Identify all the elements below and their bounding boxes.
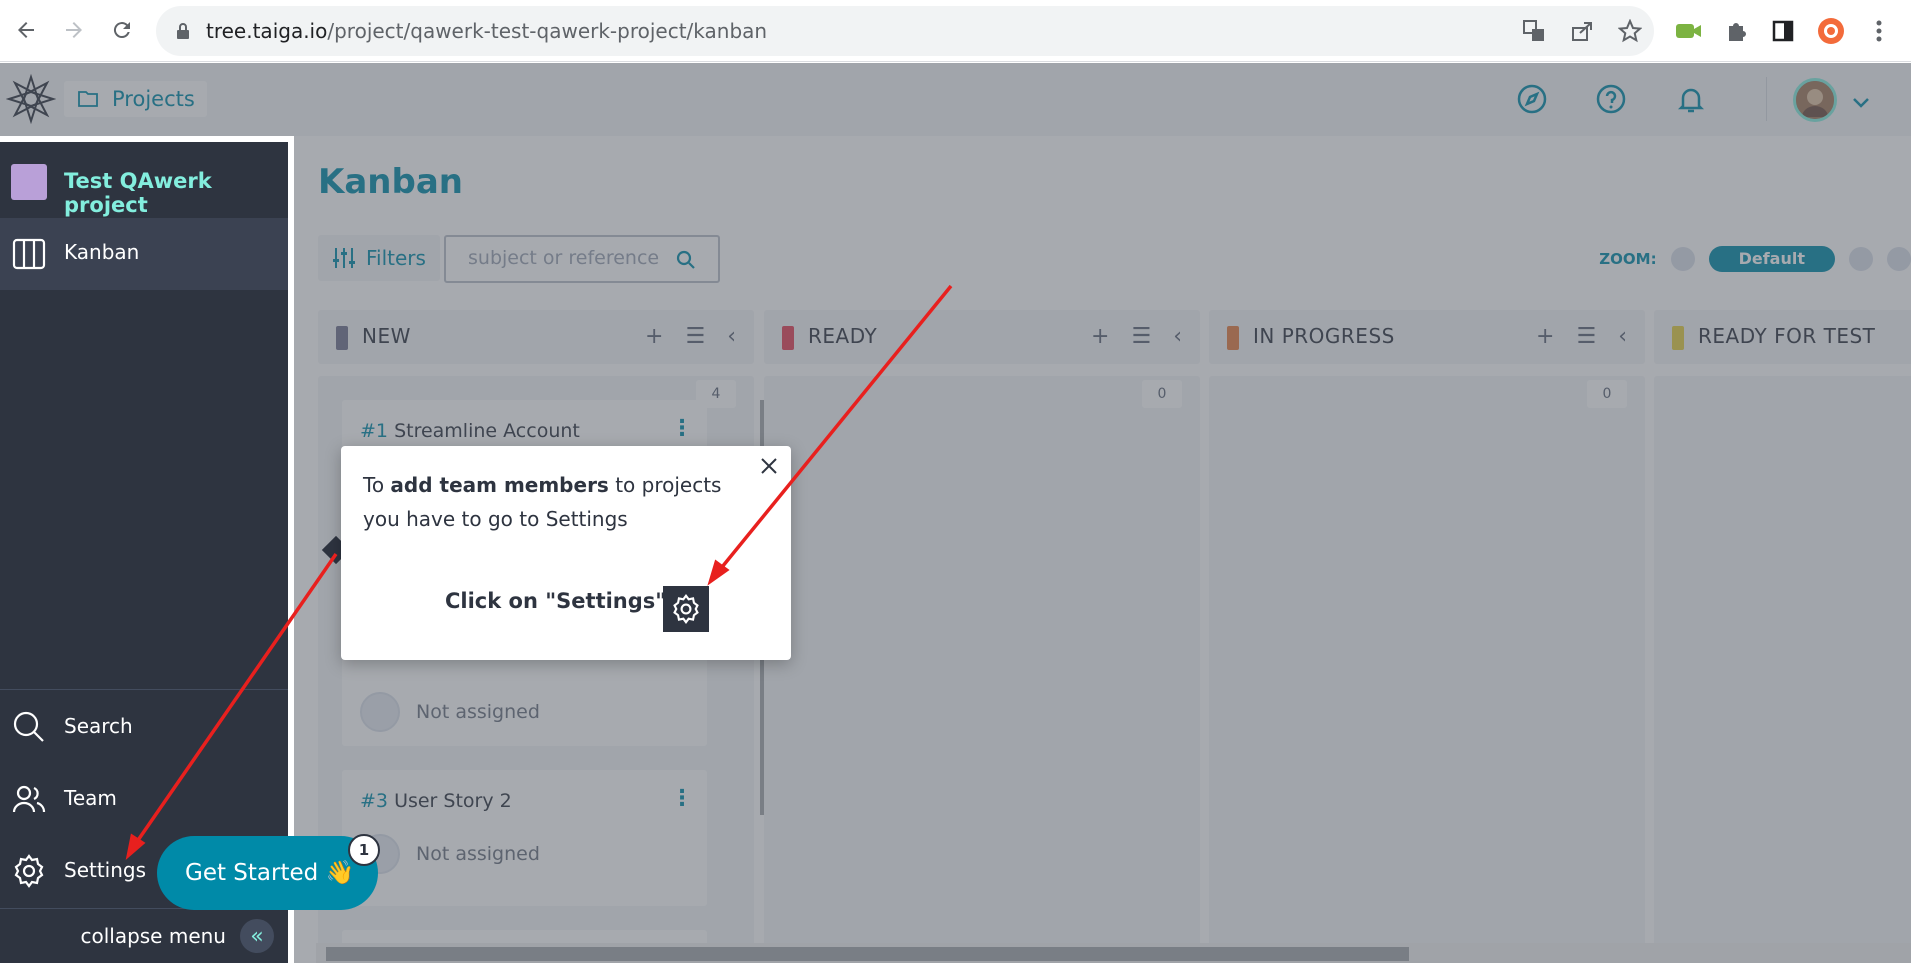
sidebar-project[interactable]: Test QAwerk project [0, 156, 288, 217]
camera-extension-icon[interactable] [1674, 16, 1704, 46]
forward-icon[interactable] [54, 10, 94, 50]
sidebar-item-label: Search [64, 714, 133, 738]
gear-icon [663, 586, 709, 632]
sidebar-item-label: Kanban [64, 240, 140, 264]
double-chevron-left-icon: « [240, 919, 274, 953]
lock-icon [177, 23, 189, 39]
get-started-button[interactable]: Get Started 👋 [157, 836, 378, 910]
gear-icon [14, 854, 44, 888]
get-started-label: Get Started [185, 860, 319, 886]
address-bar[interactable]: tree.taiga.io/project/qawerk-test-qawerk… [156, 6, 1654, 56]
project-logo-icon [11, 164, 47, 200]
profile-icon[interactable] [1816, 16, 1846, 46]
translate-icon[interactable] [1520, 17, 1548, 45]
bookmark-star-icon[interactable] [1616, 17, 1644, 45]
extensions-puzzle-icon[interactable] [1722, 16, 1752, 46]
back-icon[interactable] [6, 10, 46, 50]
browser-toolbar: tree.taiga.io/project/qawerk-test-qawerk… [0, 0, 1911, 62]
sidebar-item-label: Team [64, 786, 117, 810]
get-started-badge: 1 [348, 834, 380, 866]
browser-menu-icon[interactable] [1864, 16, 1894, 46]
url-text: tree.taiga.io/project/qawerk-test-qawerk… [206, 19, 768, 43]
sidebar-item-team[interactable]: Team [0, 770, 288, 830]
sidebar-item-kanban[interactable]: Kanban [0, 218, 288, 290]
project-name: Test QAwerk project [64, 169, 212, 217]
collapse-menu-button[interactable]: collapse menu « [80, 919, 274, 953]
collapse-menu-label: collapse menu [80, 924, 226, 948]
waving-hand-icon: 👋 [325, 860, 355, 886]
popover-call-to-action: Click on "Settings" [445, 589, 667, 613]
sidebar-item-search[interactable]: Search [0, 698, 288, 758]
share-icon[interactable] [1568, 17, 1596, 45]
kanban-columns-icon [12, 238, 46, 270]
search-icon [13, 711, 44, 742]
popover-message: To add team members to projects you have… [363, 473, 722, 531]
side-panel-icon[interactable] [1768, 16, 1798, 46]
team-icon [12, 785, 46, 813]
sidebar-item-label: Settings [64, 858, 147, 882]
onboarding-popover: To add team members to projects you have… [341, 446, 791, 660]
reload-icon[interactable] [102, 10, 142, 50]
